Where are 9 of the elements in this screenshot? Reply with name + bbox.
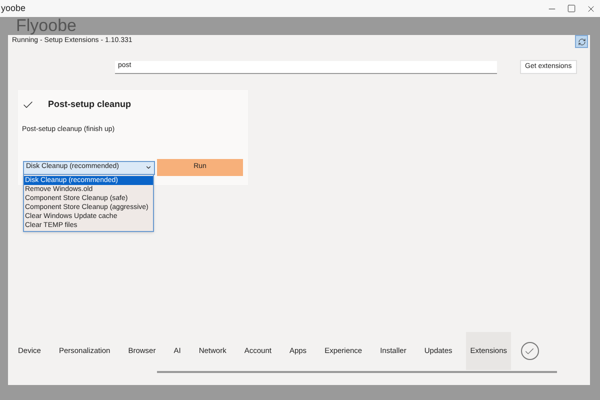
chevron-down-icon [145, 164, 152, 171]
scrollbar[interactable] [157, 371, 557, 373]
refresh-button[interactable] [575, 35, 588, 48]
refresh-icon [578, 38, 586, 46]
close-icon[interactable] [586, 4, 596, 14]
extension-title: Post-setup cleanup [48, 98, 132, 111]
app-title: Flyoobe [16, 17, 78, 35]
window-title: yoobe [0, 2, 26, 15]
maximize-icon[interactable] [567, 4, 576, 13]
